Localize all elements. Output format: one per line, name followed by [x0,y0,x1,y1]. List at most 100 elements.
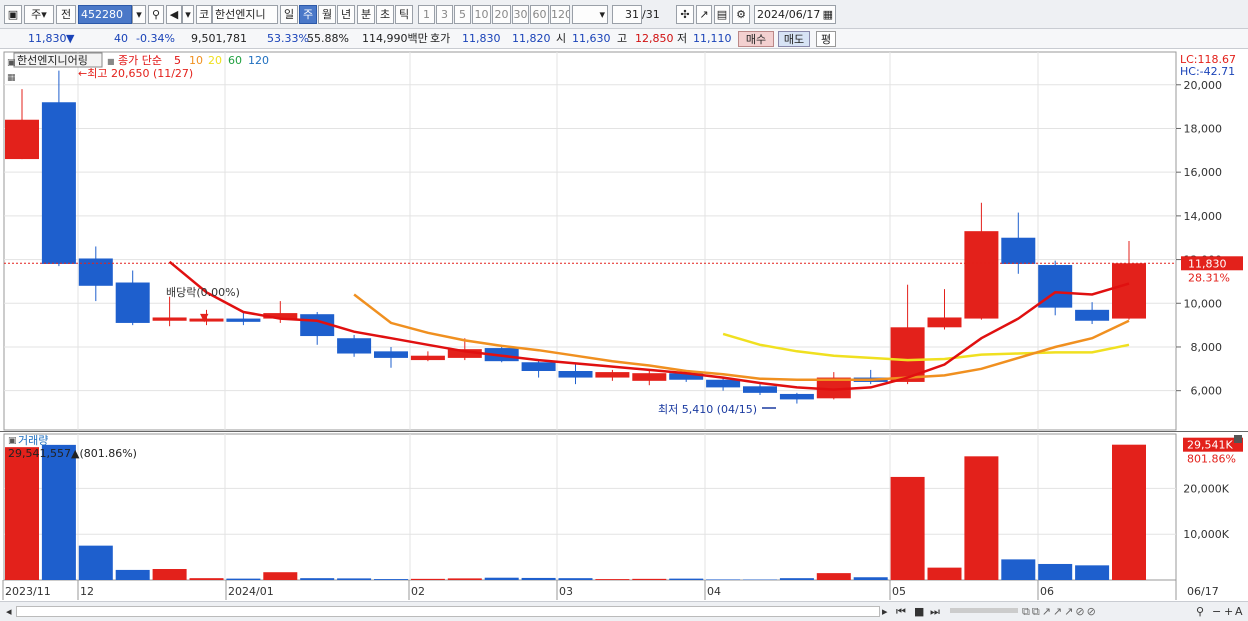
interval-button[interactable]: 3 [436,5,453,24]
candle-body [1075,309,1110,321]
minus-icon[interactable]: − [1212,605,1221,618]
volume-value-note: 29,541,557▲(801.86%) [8,447,137,460]
period-button[interactable]: 틱 [395,5,413,24]
period-button[interactable]: 일 [280,5,298,24]
price-axis-label: 14,000 [1184,210,1223,223]
market-prefix[interactable]: 코 [196,5,212,24]
zoom-icon[interactable]: ⚲ [1196,605,1204,618]
market-label: 주 [31,8,42,21]
market-select[interactable]: 주▾ [24,5,54,24]
page-current[interactable]: 31 [612,5,642,24]
x-axis-label: 04 [707,585,721,598]
candle-body [706,379,741,388]
price-axis-label: 8,000 [1191,341,1223,354]
bid-price: 11,820 [512,32,551,45]
volume-bar [115,569,150,580]
save-icon[interactable]: ▤ [714,5,730,24]
volume-bar [337,578,372,580]
volume-bar [263,572,298,580]
dividend-annotation: 배당락(0.00%) [166,286,240,299]
period-button[interactable]: 월 [318,5,336,24]
plus-icon[interactable]: + [1224,605,1233,618]
volume-bar [5,447,39,580]
period-button[interactable]: 초 [376,5,394,24]
interval-button[interactable]: 30 [512,5,529,24]
volume-bar [964,456,999,580]
scroll-bar: ◂ ▸ ⏮ ■ ⏭ ⧉⧉↗↗↗⊘⊘ ⚲ − + A [0,601,1248,621]
ratio-2: 55.88% [307,32,349,45]
scroll-right-icon[interactable]: ▸ [882,605,888,618]
stop-icon[interactable]: ■ [914,605,924,618]
interval-button[interactable]: 120 [550,5,570,24]
speaker-icon[interactable]: ◀ [166,5,182,24]
search-icon[interactable]: ⚲ [148,5,164,24]
calendar-icon[interactable]: ▦ [823,6,833,23]
interval-button[interactable]: 60 [530,5,549,24]
date-field[interactable]: 2024/06/17 ▦ [754,5,836,24]
custom-interval-select[interactable]: ▾ [572,5,608,24]
candle-body [632,373,667,381]
price-axis-label: 6,000 [1191,385,1223,398]
period-button[interactable]: 분 [357,5,375,24]
candle-body [1001,237,1036,264]
candle-body [226,318,261,322]
price-axis-label: 18,000 [1184,122,1223,135]
candle-body [374,351,408,358]
volume-panel [3,433,1177,581]
drawing-tools-icon[interactable]: ⧉⧉↗↗↗⊘⊘ [1022,605,1098,619]
buy-button[interactable]: 매수 [738,31,774,47]
volume-bar [1112,444,1146,580]
gear-icon[interactable]: ⚙ [732,5,750,24]
candle-body [5,119,39,160]
chart-area[interactable]: 20,00018,00016,00014,00012,00010,0008,00… [0,49,1248,601]
current-price-pct: 28.31% [1188,271,1230,284]
volume-menu-icon[interactable]: ▣ [8,436,17,446]
first-page-icon[interactable]: ⏮ [896,605,906,619]
high-label: 고 [617,32,628,45]
period-button[interactable]: 주 [299,5,317,24]
candle-body [779,393,814,400]
volume-bar [300,578,335,580]
ma-legend-icon: ■ [107,57,115,66]
candle-body [337,338,372,354]
candle-body [78,258,113,286]
indicator-icon[interactable]: ▦ [7,73,16,83]
volume-bar [669,578,704,580]
volume-bar [558,578,593,580]
page-total: /31 [642,8,660,21]
code-dropdown-icon[interactable]: ▾ [132,5,146,24]
volume-close-icon[interactable] [1234,435,1242,443]
period-button[interactable]: 년 [337,5,355,24]
interval-button[interactable]: 1 [418,5,435,24]
last-page-icon[interactable]: ⏭ [930,605,940,619]
ask-price: 11,830 [462,32,501,45]
speaker-dropdown-icon[interactable]: ▾ [182,5,194,24]
interval-button[interactable]: 10 [472,5,491,24]
candle-body [1112,263,1146,319]
zoom-slider[interactable] [950,608,1018,613]
candle-body [558,371,593,378]
interval-button[interactable]: 20 [492,5,511,24]
scroll-track[interactable] [16,606,880,617]
open-price: 11,630 [572,32,611,45]
volume-bar [78,545,113,580]
quote-bar: 11,830 ▼ 40 -0.34% 9,501,781 53.33% 55.8… [0,29,1248,49]
volume-bar [1038,563,1073,580]
sell-button[interactable]: 매도 [778,31,810,47]
candle-body [521,362,556,372]
code-input[interactable]: 452280 [78,5,132,24]
prev-button[interactable]: 전 [56,5,76,24]
layout-icon[interactable]: ▣ [4,5,22,24]
candle-body [927,317,962,328]
draw-line-icon[interactable]: ↗ [696,5,712,24]
volume-bar [226,578,261,580]
stock-name-field[interactable]: 한선엔지니 [212,5,278,24]
interval-button[interactable]: 5 [454,5,471,24]
legend-menu-icon[interactable]: ▣ [7,58,16,68]
tool-icon-1[interactable]: ✣ [676,5,694,24]
scroll-left-icon[interactable]: ◂ [6,605,12,618]
font-size-icon[interactable]: A [1235,605,1243,618]
toolbar: ▣ 주▾ 전 452280 ▾ ⚲ ◀ ▾ 코 한선엔지니 일주월년분초틱 13… [0,0,1248,29]
eval-button[interactable]: 평 [816,31,836,47]
date-value: 2024/06/17 [757,8,821,21]
